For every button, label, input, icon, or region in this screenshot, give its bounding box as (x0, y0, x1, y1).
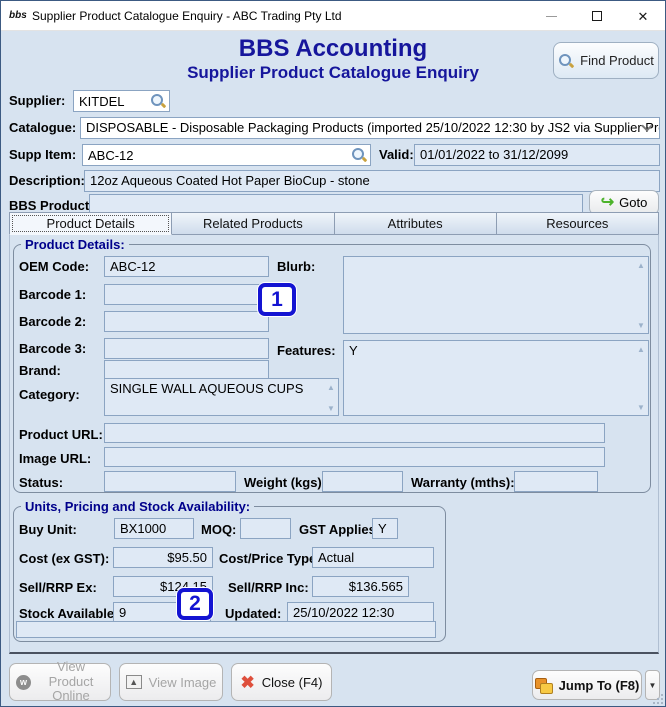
blurb-scroll-up-icon[interactable]: ▲ (637, 262, 662, 270)
window-title: Supplier Product Catalogue Enquiry - ABC… (32, 9, 342, 23)
category-label: Category: (19, 387, 80, 402)
supp-item-input[interactable] (82, 144, 371, 166)
supp-item-lookup-icon[interactable] (351, 147, 367, 163)
view-image-label: View Image (148, 674, 217, 690)
product-url-label: Product URL: (19, 427, 103, 442)
weight-field (322, 471, 403, 492)
updated-field: 25/10/2022 12:30 (287, 602, 434, 623)
updated-label: Updated: (225, 606, 282, 621)
gst-applies-field: Y (372, 518, 398, 539)
weight-label: Weight (kgs): (244, 475, 327, 490)
jump-to-icon (534, 677, 553, 694)
blurb-label: Blurb: (277, 259, 316, 274)
search-icon (558, 53, 574, 69)
jump-to-button[interactable]: Jump To (F8) (532, 670, 642, 700)
valid-label: Valid: (379, 147, 414, 162)
annotation-marker-2: 2 (177, 588, 213, 620)
app-logo-icon: bbs (9, 10, 27, 21)
blurb-scroll-down-icon[interactable]: ▼ (637, 322, 662, 330)
find-product-button[interactable]: Find Product (553, 42, 659, 79)
image-url-field (104, 447, 605, 467)
application-window: bbs Supplier Product Catalogue Enquiry -… (0, 0, 666, 707)
maximize-button[interactable] (574, 1, 620, 31)
catalogue-label: Catalogue: (9, 120, 77, 135)
tab-related-products[interactable]: Related Products (172, 212, 335, 235)
view-product-online-label: View Product Online (48, 658, 94, 704)
jump-to-label: Jump To (F8) (558, 677, 640, 693)
close-button[interactable]: ✖ Close (F4) (231, 663, 332, 701)
barcode2-label: Barcode 2: (19, 314, 87, 329)
brand-label: Brand: (19, 363, 61, 378)
description-label: Description: (9, 173, 85, 188)
close-label: Close (F4) (261, 674, 323, 690)
bbs-product-label: BBS Product: (9, 198, 94, 213)
barcode3-field (104, 338, 269, 359)
sell-rrp-ex-label: Sell/RRP Ex: (19, 580, 97, 595)
resize-grip[interactable] (653, 694, 663, 704)
annotation-marker-1: 1 (258, 283, 296, 316)
minimize-icon (545, 15, 557, 17)
status-label: Status: (19, 475, 64, 490)
cost-ex-gst-field: $95.50 (113, 547, 213, 568)
warranty-field (514, 471, 598, 492)
sell-rrp-inc-field: $136.565 (312, 576, 409, 597)
notes-field (16, 621, 436, 638)
tab-attributes[interactable]: Attributes (334, 212, 497, 235)
moq-label: MOQ: (201, 522, 237, 537)
oem-code-field: ABC-12 (104, 256, 269, 277)
valid-field: 01/01/2022 to 31/12/2099 (414, 144, 660, 166)
find-product-label: Find Product (580, 53, 654, 68)
image-icon: ▲ (125, 675, 142, 689)
product-url-field (104, 423, 605, 443)
barcode1-label: Barcode 1: (19, 287, 87, 302)
view-image-button[interactable]: ▲ View Image (119, 663, 223, 701)
stock-available-label: Stock Available: (19, 606, 119, 621)
close-icon: ✕ (637, 8, 649, 24)
barcode2-field (104, 311, 269, 332)
warranty-label: Warranty (mths): (411, 475, 515, 490)
barcode1-field (104, 284, 269, 305)
close-window-button[interactable]: ✕ (620, 1, 665, 31)
title-bar: bbs Supplier Product Catalogue Enquiry -… (1, 1, 665, 31)
units-pricing-group-title: Units, Pricing and Stock Availability: (21, 499, 255, 514)
minimize-button[interactable] (528, 1, 574, 31)
features-label: Features: (277, 343, 336, 358)
moq-field (240, 518, 291, 539)
buy-unit-field: BX1000 (114, 518, 194, 539)
goto-label: Goto (619, 195, 648, 210)
cost-ex-gst-label: Cost (ex GST): (19, 551, 110, 566)
dropdown-arrow-icon: ▼ (648, 680, 657, 690)
tab-bar: Product Details Related Products Attribu… (9, 212, 659, 235)
category-field: SINGLE WALL AQUEOUS CUPS (104, 378, 339, 416)
catalogue-dropdown[interactable]: DISPOSABLE - Disposable Packaging Produc… (80, 117, 660, 139)
image-url-label: Image URL: (19, 451, 92, 466)
tab-product-details[interactable]: Product Details (9, 212, 173, 235)
oem-code-label: OEM Code: (19, 259, 90, 274)
description-field: 12oz Aqueous Coated Hot Paper BioCup - s… (84, 170, 660, 192)
features-scroll-up-icon[interactable]: ▲ (637, 346, 662, 354)
barcode3-label: Barcode 3: (19, 341, 87, 356)
features-scroll-down-icon[interactable]: ▼ (637, 404, 662, 412)
product-details-group-title: Product Details: (21, 237, 129, 252)
gst-applies-label: GST Applies: (299, 522, 381, 537)
features-field: Y (343, 340, 649, 416)
tab-resources[interactable]: Resources (496, 212, 659, 235)
maximize-icon (592, 11, 602, 21)
supplier-lookup-icon[interactable] (150, 93, 166, 109)
supplier-label: Supplier: (9, 93, 66, 108)
status-field (104, 471, 236, 492)
buy-unit-label: Buy Unit: (19, 522, 77, 537)
view-product-online-button[interactable]: w View Product Online (9, 659, 111, 703)
web-globe-icon: w (16, 674, 31, 690)
blurb-field (343, 256, 649, 334)
close-x-icon: ✖ (240, 672, 255, 692)
goto-arrow-icon: ↪ (600, 193, 615, 211)
cost-price-type-field: Actual (312, 547, 434, 568)
sell-rrp-inc-label: Sell/RRP Inc: (228, 580, 309, 595)
supp-item-label: Supp Item: (9, 147, 77, 162)
cost-price-type-label: Cost/Price Type: (219, 551, 321, 566)
